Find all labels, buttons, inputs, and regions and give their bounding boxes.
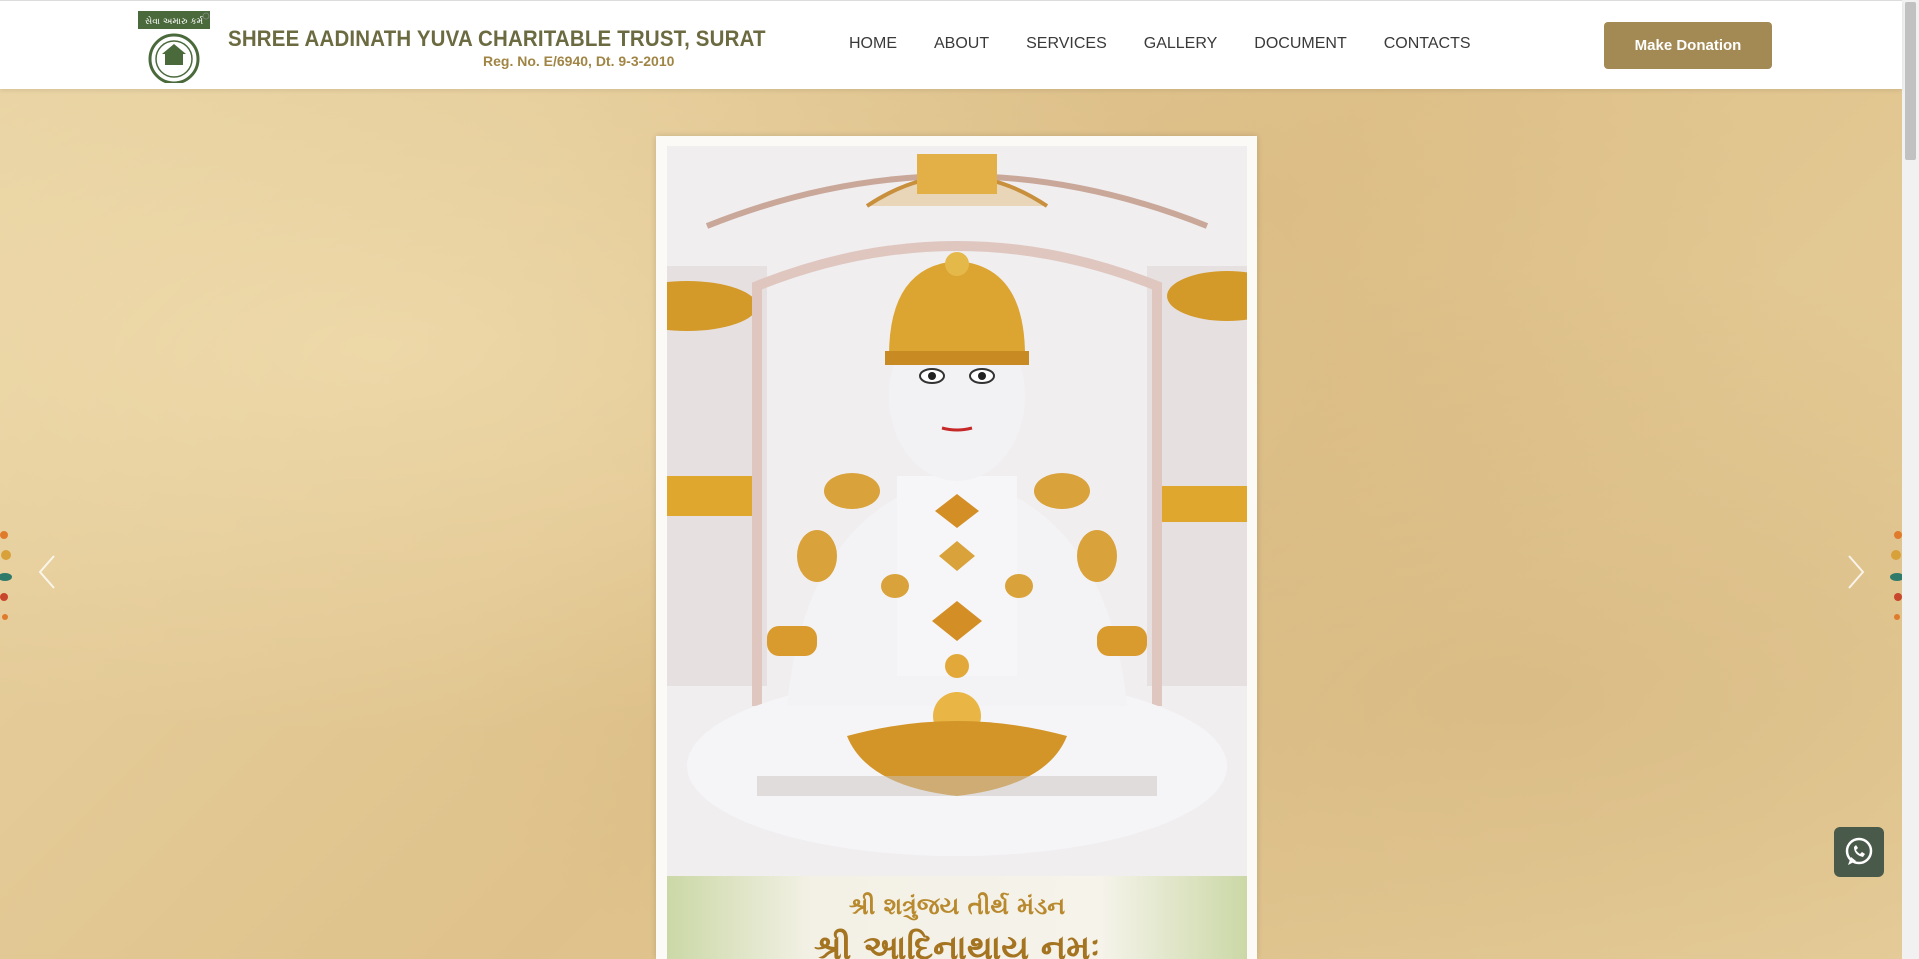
whatsapp-icon [1845, 837, 1873, 865]
trust-logo-emblem[interactable]: સેવા અમારુ કર્મ [138, 11, 210, 85]
nav-gallery[interactable]: GALLERY [1144, 35, 1218, 53]
caption-line-1: શ્રી શત્રુંજય તીર્થ મંડન [848, 892, 1066, 920]
nav-contacts[interactable]: CONTACTS [1384, 35, 1471, 53]
caption-line-2: શ્રી આદિનાથાય નમઃ [813, 928, 1101, 959]
idol-caption: શ્રી શત્રુંજય તીર્થ મંડન શ્રી આદિનાથાય ન… [667, 876, 1247, 959]
whatsapp-button[interactable] [1834, 827, 1884, 877]
make-donation-button[interactable]: Make Donation [1604, 22, 1772, 69]
main-nav: HOME ABOUT SERVICES GALLERY DOCUMENT CON… [849, 35, 1471, 53]
nav-about[interactable]: ABOUT [934, 35, 989, 53]
chevron-left-icon[interactable] [36, 552, 60, 592]
logo-badge-text: સેવા અમારુ કર્મ [145, 15, 203, 27]
nav-home[interactable]: HOME [849, 35, 897, 53]
logo-registration: Reg. No. E/6940, Dt. 9-3-2010 [483, 53, 675, 69]
right-decoration-icon [1888, 525, 1904, 635]
nav-services[interactable]: SERVICES [1026, 35, 1107, 53]
left-decoration-icon [0, 525, 14, 635]
logo-title: SHREE AADINATH YUVA CHARITABLE TRUST, SU… [228, 26, 766, 51]
idol-image [667, 146, 1247, 876]
chevron-right-icon[interactable] [1843, 552, 1867, 592]
scrollbar-thumb[interactable] [1905, 2, 1916, 160]
site-header: સેવા અમારુ કર્મ SHREE AADINATH YUVA CHAR… [0, 0, 1902, 89]
nav-document[interactable]: DOCUMENT [1254, 35, 1346, 53]
